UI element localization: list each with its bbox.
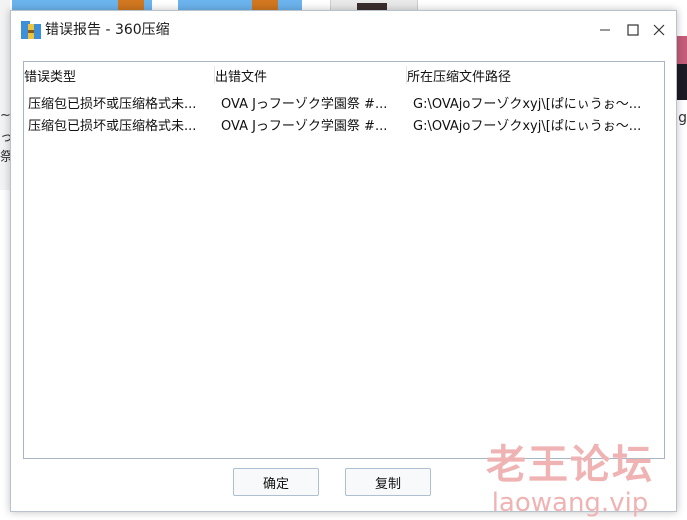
copy-button[interactable]: 复制: [345, 468, 431, 496]
column-header-archive-path[interactable]: 所在压缩文件路径: [407, 66, 511, 85]
column-header-error-type[interactable]: 错误类型: [24, 66, 76, 85]
close-button[interactable]: [645, 17, 673, 43]
ok-button[interactable]: 确定: [233, 468, 319, 496]
error-file-cell: OVA Jっフーゾク学園祭 #...: [221, 97, 388, 112]
watermark-text: 老王论坛: [486, 442, 654, 488]
column-header-error-file[interactable]: 出错文件: [215, 66, 267, 85]
folder-tab: [118, 0, 144, 10]
error-type-cell: 压缩包已损坏或压缩格式未...: [28, 119, 197, 134]
minimize-button[interactable]: [591, 17, 619, 43]
archive-path-cell: G:\OVAjoフーゾクxyj\[ぱにぃうぉ～...: [413, 97, 642, 112]
error-report-dialog: 错误报告 - 360压缩 错误类型 出错文件 所在压缩文件路径 压缩包已损坏或压…: [10, 10, 677, 518]
title-bar[interactable]: 错误报告 - 360压缩: [11, 11, 676, 49]
error-file-cell: OVA Jっフーゾク学園祭 #...: [221, 119, 388, 134]
list-row[interactable]: 压缩包已损坏或压缩格式未... OVA Jっフーゾク学園祭 #... G:\OV…: [24, 90, 664, 112]
watermark-url: laowang.vip: [491, 488, 649, 518]
close-icon: [653, 21, 665, 40]
background-text: g: [678, 110, 687, 126]
window-title: 错误报告 - 360压缩: [45, 22, 170, 38]
archive-path-cell: G:\OVAjoフーゾクxyj\[ぱにぃうぉ～...: [413, 119, 642, 134]
watermark: 老王论坛 laowang.vip: [486, 443, 654, 519]
folder-tab: [252, 0, 278, 10]
minimize-icon: [599, 21, 611, 40]
error-list[interactable]: 错误类型 出错文件 所在压缩文件路径 压缩包已损坏或压缩格式未... OVA J…: [23, 61, 665, 459]
error-type-cell: 压缩包已损坏或压缩格式未...: [28, 97, 197, 112]
list-header: 错误类型 出错文件 所在压缩文件路径: [24, 62, 664, 86]
maximize-button[interactable]: [619, 17, 647, 43]
maximize-icon: [627, 21, 639, 40]
360zip-archive-icon: [21, 21, 41, 39]
list-row[interactable]: 压缩包已损坏或压缩格式未... OVA Jっフーゾク学園祭 #... G:\OV…: [24, 112, 664, 134]
